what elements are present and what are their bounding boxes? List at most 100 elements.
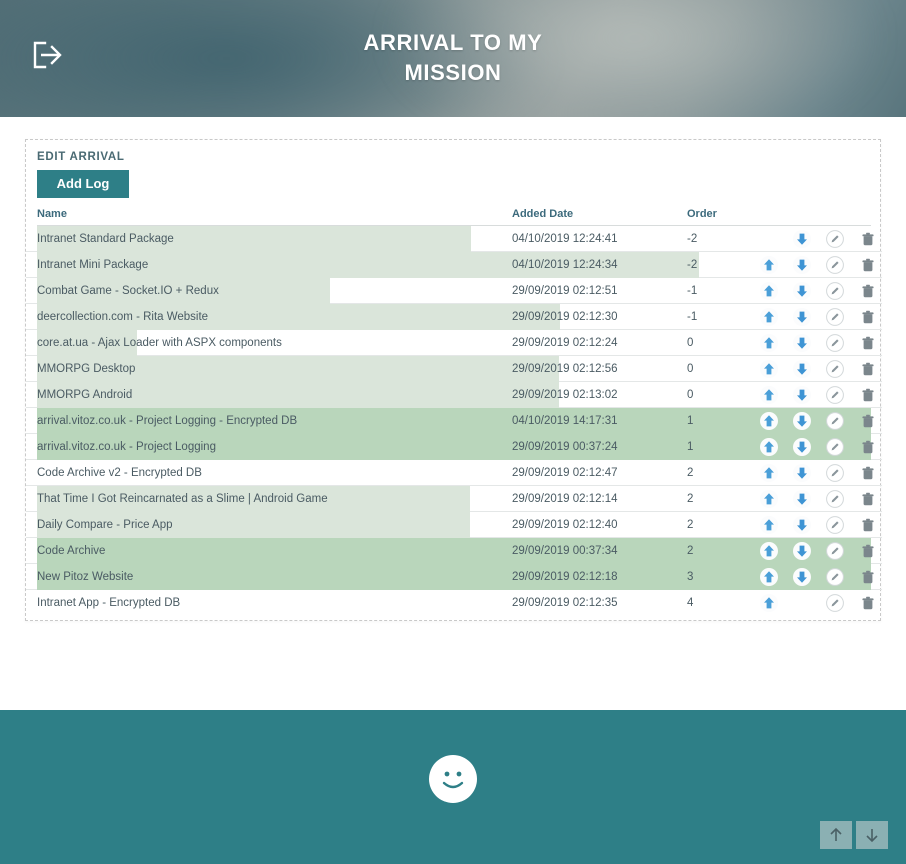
arrow-down-icon[interactable] xyxy=(793,542,811,560)
card-title: EDIT ARRIVAL xyxy=(37,151,125,163)
arrow-down-icon[interactable] xyxy=(793,490,811,508)
trash-icon[interactable] xyxy=(859,542,877,560)
pencil-icon[interactable] xyxy=(826,334,844,352)
cell-name: Intranet Mini Package xyxy=(37,259,149,271)
trash-icon[interactable] xyxy=(859,594,877,612)
cell-name: New Pitoz Website xyxy=(37,571,134,583)
row-actions xyxy=(726,304,874,330)
arrow-up-icon[interactable] xyxy=(760,464,778,482)
arrow-down-icon[interactable] xyxy=(793,334,811,352)
scroll-down-button[interactable] xyxy=(856,821,888,849)
trash-icon[interactable] xyxy=(859,282,877,300)
arrow-down-icon[interactable] xyxy=(793,230,811,248)
scroll-down-icon xyxy=(866,829,878,843)
trash-icon[interactable] xyxy=(859,308,877,326)
pencil-icon[interactable] xyxy=(826,464,844,482)
trash-icon[interactable] xyxy=(859,568,877,586)
cell-name: deercollection.com - Rita Website xyxy=(37,311,209,323)
smiley-face-icon xyxy=(429,755,477,803)
arrow-up-icon[interactable] xyxy=(760,360,778,378)
arrow-down-icon[interactable] xyxy=(793,256,811,274)
arrow-down-icon[interactable] xyxy=(793,568,811,586)
arrow-up-icon[interactable] xyxy=(760,308,778,326)
trash-icon[interactable] xyxy=(859,360,877,378)
pencil-icon[interactable] xyxy=(826,490,844,508)
pencil-icon[interactable] xyxy=(826,412,844,430)
pencil-icon[interactable] xyxy=(826,360,844,378)
table-row: Intranet App - Encrypted DB 29/09/2019 02… xyxy=(26,590,882,616)
table-row: MMORPG Desktop 29/09/2019 02:12:56 0 xyxy=(26,356,882,382)
arrow-up-icon[interactable] xyxy=(760,516,778,534)
pencil-icon[interactable] xyxy=(826,282,844,300)
trash-icon[interactable] xyxy=(859,230,877,248)
cell-name: MMORPG Android xyxy=(37,389,133,401)
cell-added-date: 29/09/2019 00:37:24 xyxy=(512,441,618,453)
cell-added-date: 29/09/2019 02:12:30 xyxy=(512,311,618,323)
trash-icon[interactable] xyxy=(859,464,877,482)
trash-icon[interactable] xyxy=(859,490,877,508)
table-header-row: Name Added Date Order xyxy=(37,208,871,226)
column-header-added-date: Added Date xyxy=(512,208,574,220)
pencil-icon[interactable] xyxy=(826,568,844,586)
cell-name: That Time I Got Reincarnated as a Slime … xyxy=(37,493,328,505)
add-log-button[interactable]: Add Log xyxy=(37,170,129,198)
cell-added-date: 29/09/2019 02:12:56 xyxy=(512,363,618,375)
edit-arrival-card: EDIT ARRIVAL Add Log Name Added Date Ord… xyxy=(25,139,882,621)
arrow-up-icon[interactable] xyxy=(760,256,778,274)
pencil-icon[interactable] xyxy=(826,256,844,274)
arrow-down-icon[interactable] xyxy=(793,412,811,430)
log-table: Name Added Date Order Intranet Standard … xyxy=(26,208,882,616)
pencil-icon[interactable] xyxy=(826,542,844,560)
pencil-icon[interactable] xyxy=(826,230,844,248)
pencil-icon[interactable] xyxy=(826,438,844,456)
arrow-down-icon[interactable] xyxy=(793,308,811,326)
cell-name: core.at.ua - Ajax Loader with ASPX compo… xyxy=(37,337,282,349)
pencil-icon[interactable] xyxy=(826,308,844,326)
table-row: arrival.vitoz.co.uk - Project Logging 29/… xyxy=(26,434,882,460)
cell-order: 1 xyxy=(687,415,694,427)
arrow-up-icon[interactable] xyxy=(760,438,778,456)
trash-icon[interactable] xyxy=(859,516,877,534)
cell-order: 2 xyxy=(687,493,694,505)
cell-name: Intranet Standard Package xyxy=(37,233,174,245)
arrow-down-icon[interactable] xyxy=(793,464,811,482)
arrow-down-icon[interactable] xyxy=(793,282,811,300)
trash-icon[interactable] xyxy=(859,438,877,456)
page-title: ARRIVAL TO MY MISSION xyxy=(0,28,906,88)
arrow-down-icon[interactable] xyxy=(793,360,811,378)
arrow-up-icon[interactable] xyxy=(760,412,778,430)
arrow-up-icon[interactable] xyxy=(760,594,778,612)
trash-icon[interactable] xyxy=(859,412,877,430)
pencil-icon[interactable] xyxy=(826,386,844,404)
scroll-up-button[interactable] xyxy=(820,821,852,849)
cell-order: -1 xyxy=(687,311,698,323)
cell-added-date: 29/09/2019 02:12:18 xyxy=(512,571,618,583)
pencil-icon[interactable] xyxy=(826,594,844,612)
arrow-down-icon[interactable] xyxy=(793,438,811,456)
pencil-icon[interactable] xyxy=(826,516,844,534)
table-row: Intranet Mini Package 04/10/2019 12:24:34… xyxy=(26,252,882,278)
cell-name: Daily Compare - Price App xyxy=(37,519,173,531)
row-actions xyxy=(726,512,874,538)
cell-name: Code Archive xyxy=(37,545,106,557)
trash-icon[interactable] xyxy=(859,386,877,404)
arrow-up-icon[interactable] xyxy=(760,490,778,508)
arrow-up-icon[interactable] xyxy=(760,282,778,300)
cell-order: 4 xyxy=(687,597,694,609)
trash-icon[interactable] xyxy=(859,334,877,352)
arrow-up-icon[interactable] xyxy=(760,334,778,352)
trash-icon[interactable] xyxy=(859,256,877,274)
page-title-line1: ARRIVAL TO MY xyxy=(363,30,543,55)
cell-added-date: 29/09/2019 00:37:34 xyxy=(512,545,618,557)
cell-order: 0 xyxy=(687,389,694,401)
arrow-up-icon[interactable] xyxy=(760,568,778,586)
arrow-down-icon[interactable] xyxy=(793,516,811,534)
cell-order: 2 xyxy=(687,519,694,531)
arrow-down-icon[interactable] xyxy=(793,386,811,404)
row-actions xyxy=(726,278,874,304)
cell-order: -2 xyxy=(687,259,698,271)
arrow-up-icon[interactable] xyxy=(760,386,778,404)
arrow-up-icon[interactable] xyxy=(760,542,778,560)
cell-order: 0 xyxy=(687,363,694,375)
cell-name: arrival.vitoz.co.uk - Project Logging - … xyxy=(37,415,298,427)
